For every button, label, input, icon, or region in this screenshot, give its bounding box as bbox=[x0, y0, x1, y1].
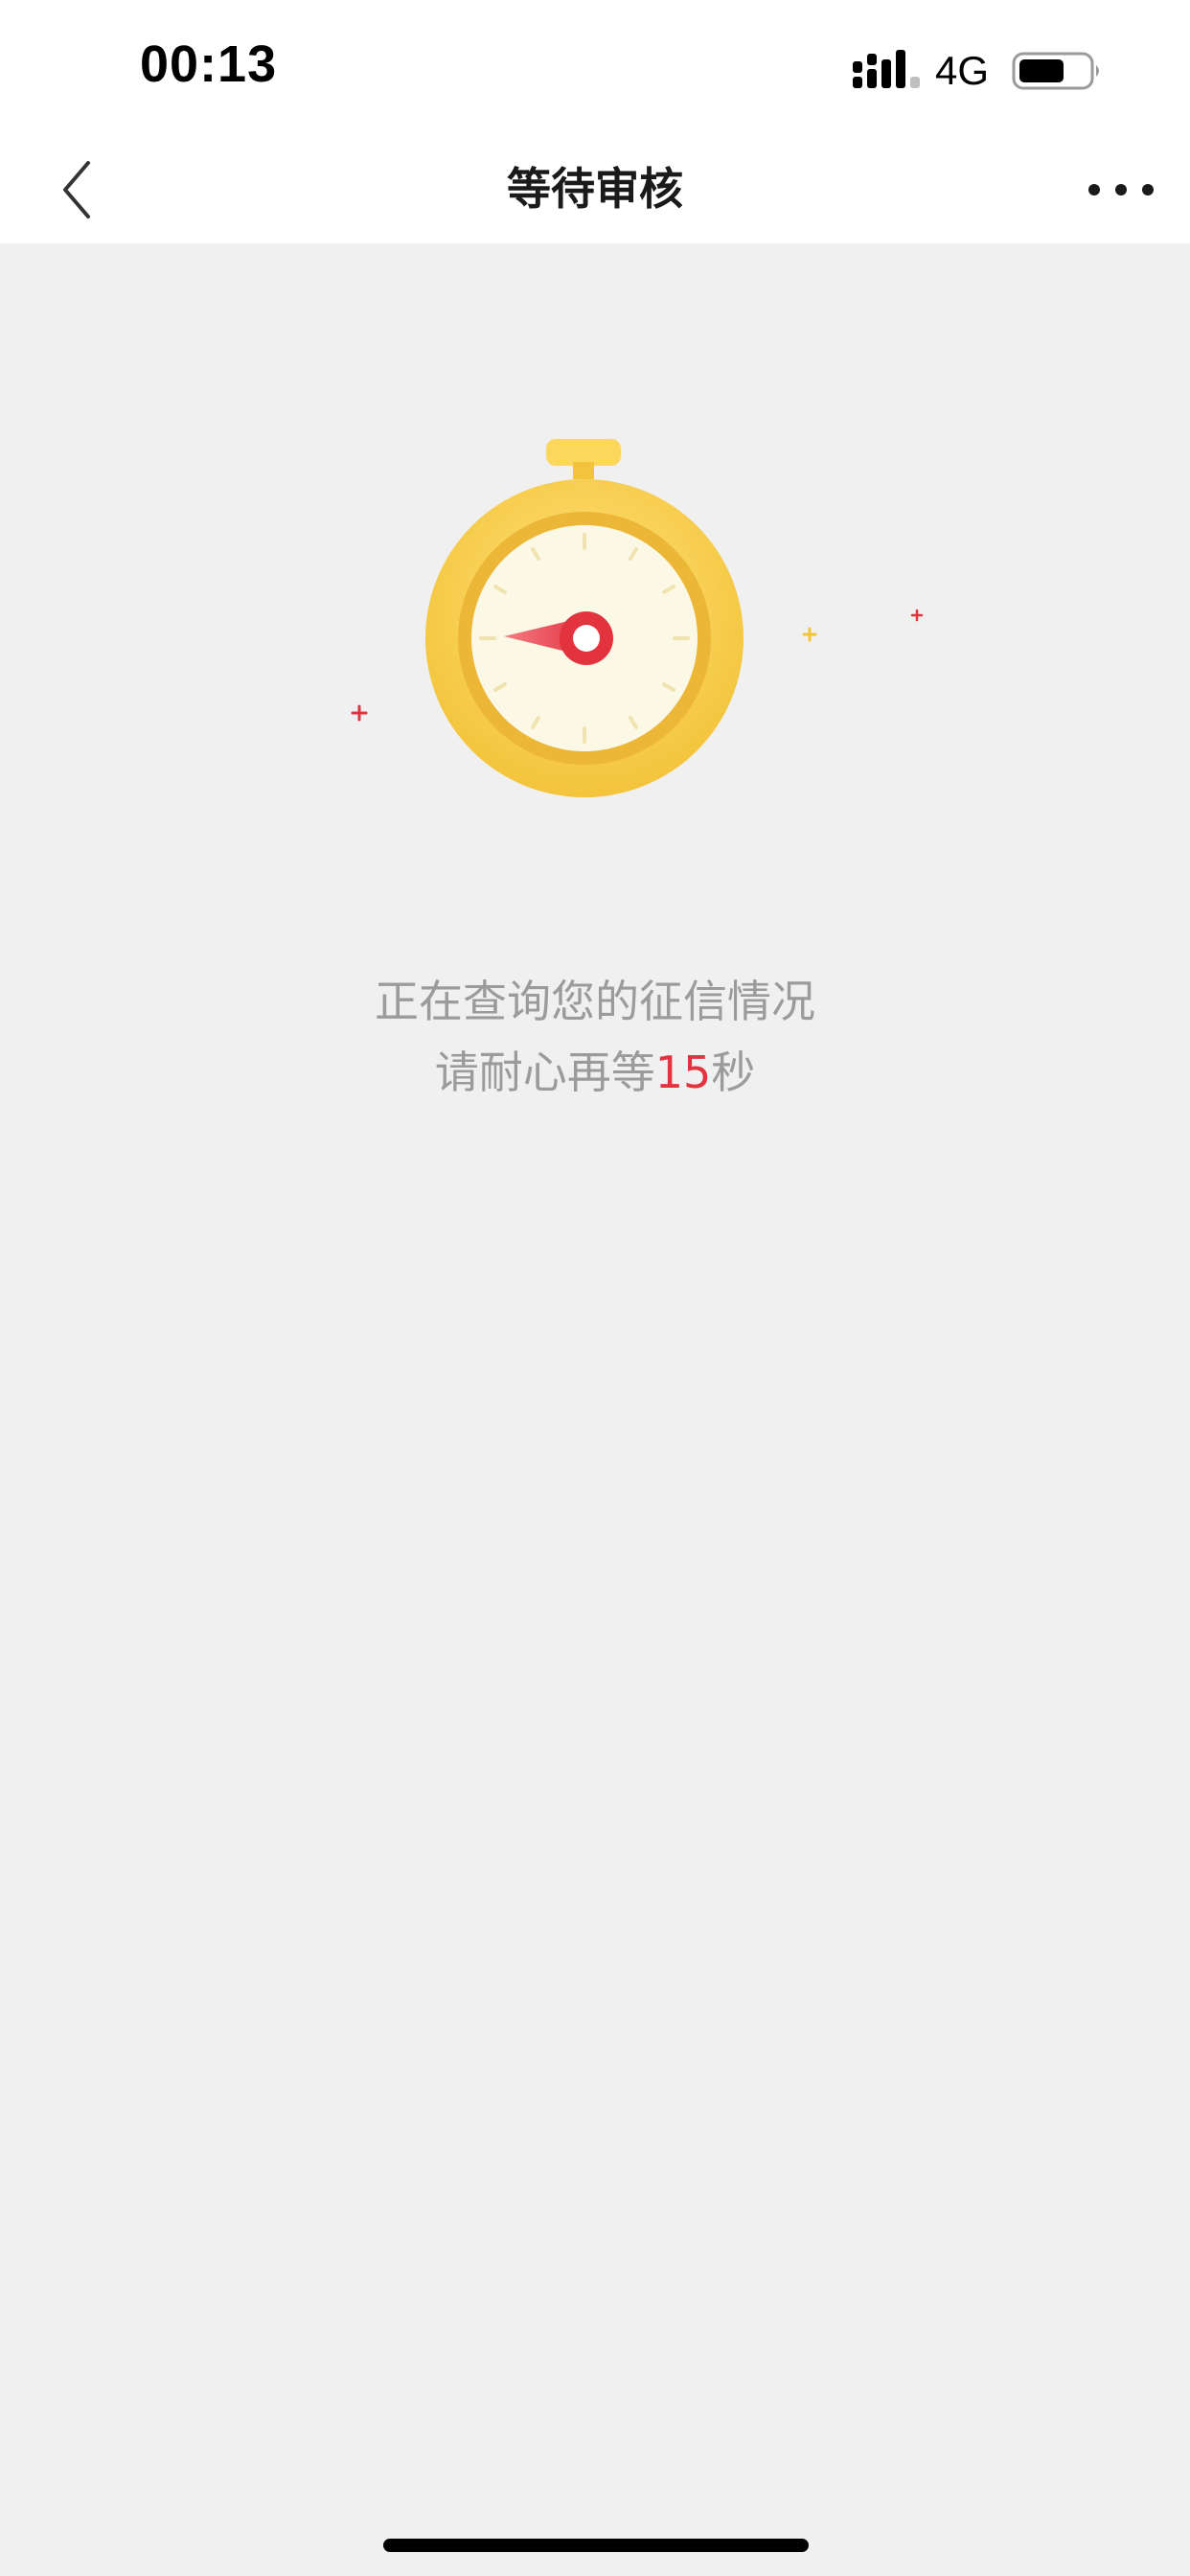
navigation-bar: 等待审核 bbox=[0, 134, 1190, 243]
wait-message-suffix: 秒 bbox=[711, 1046, 756, 1098]
more-horizontal-icon bbox=[1088, 184, 1154, 196]
sparkle-red-right-icon bbox=[910, 609, 924, 622]
countdown-seconds: 15 bbox=[654, 1046, 712, 1098]
cellular-signal-icon bbox=[853, 50, 920, 88]
home-indicator[interactable] bbox=[383, 2539, 809, 2552]
battery-icon bbox=[1012, 52, 1099, 90]
network-type-label: 4G bbox=[935, 48, 990, 93]
sparkle-red-left-icon bbox=[351, 704, 368, 722]
wait-message: 请耐心再等15秒 bbox=[0, 1037, 1190, 1108]
stopwatch-icon bbox=[351, 439, 924, 797]
status-message: 正在查询您的征信情况 bbox=[375, 976, 815, 1027]
page-title: 等待审核 bbox=[507, 163, 683, 215]
status-time: 00:13 bbox=[140, 35, 278, 93]
status-bar: 00:13 4G bbox=[0, 0, 1190, 134]
sparkle-yellow-icon bbox=[802, 627, 817, 642]
wait-message-prefix: 请耐心再等 bbox=[434, 1046, 655, 1098]
more-options-button[interactable] bbox=[1083, 163, 1159, 217]
